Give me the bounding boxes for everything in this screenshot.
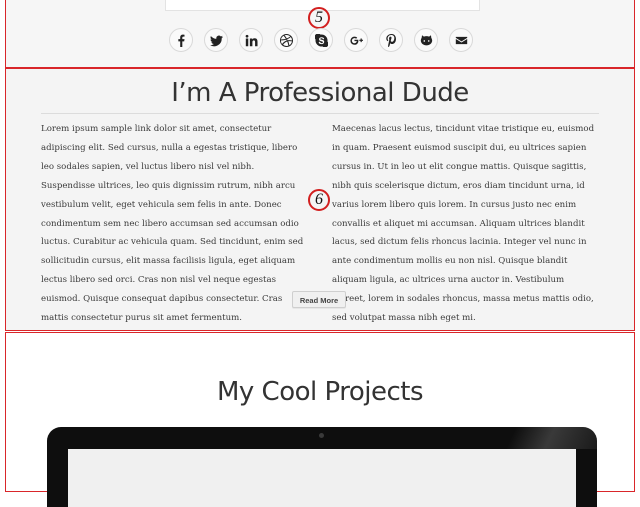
social-links — [169, 28, 473, 52]
twitter-link[interactable] — [204, 28, 228, 52]
heading-divider — [41, 113, 599, 114]
read-more-button[interactable]: Read More — [292, 291, 346, 308]
email-icon — [455, 36, 467, 44]
projects-section: My Cool Projects — [5, 332, 635, 507]
facebook-icon — [177, 34, 185, 47]
google-plus-icon — [349, 36, 363, 45]
pinterest-link[interactable] — [379, 28, 403, 52]
facebook-link[interactable] — [169, 28, 193, 52]
skype-icon — [314, 33, 328, 47]
email-link[interactable] — [449, 28, 473, 52]
about-section: I’m A Professional Dude Lorem ipsum samp… — [5, 68, 635, 331]
linkedin-icon — [245, 34, 258, 46]
google-plus-link[interactable] — [344, 28, 368, 52]
camera-dot — [319, 433, 324, 438]
dribbble-icon — [279, 33, 293, 47]
social-section: 5 — [5, 0, 635, 68]
laptop-mockup — [47, 427, 597, 507]
github-link[interactable] — [414, 28, 438, 52]
github-icon — [420, 34, 432, 45]
annotation-marker-6: 6 — [308, 189, 330, 211]
projects-heading: My Cool Projects — [216, 377, 424, 407]
annotation-marker-5: 5 — [308, 7, 330, 29]
about-text-left: Lorem ipsum sample link dolor sit amet, … — [41, 124, 304, 324]
laptop-screen — [68, 449, 576, 507]
linkedin-link[interactable] — [239, 28, 263, 52]
dribbble-link[interactable] — [274, 28, 298, 52]
about-text-right: Maecenas lacus lectus, tincidunt vitae t… — [332, 124, 595, 324]
pinterest-icon — [385, 33, 396, 47]
twitter-icon — [209, 35, 223, 46]
screen-glare — [477, 427, 597, 449]
skype-link[interactable] — [309, 28, 333, 52]
about-heading: I’m A Professional Dude — [171, 78, 469, 108]
